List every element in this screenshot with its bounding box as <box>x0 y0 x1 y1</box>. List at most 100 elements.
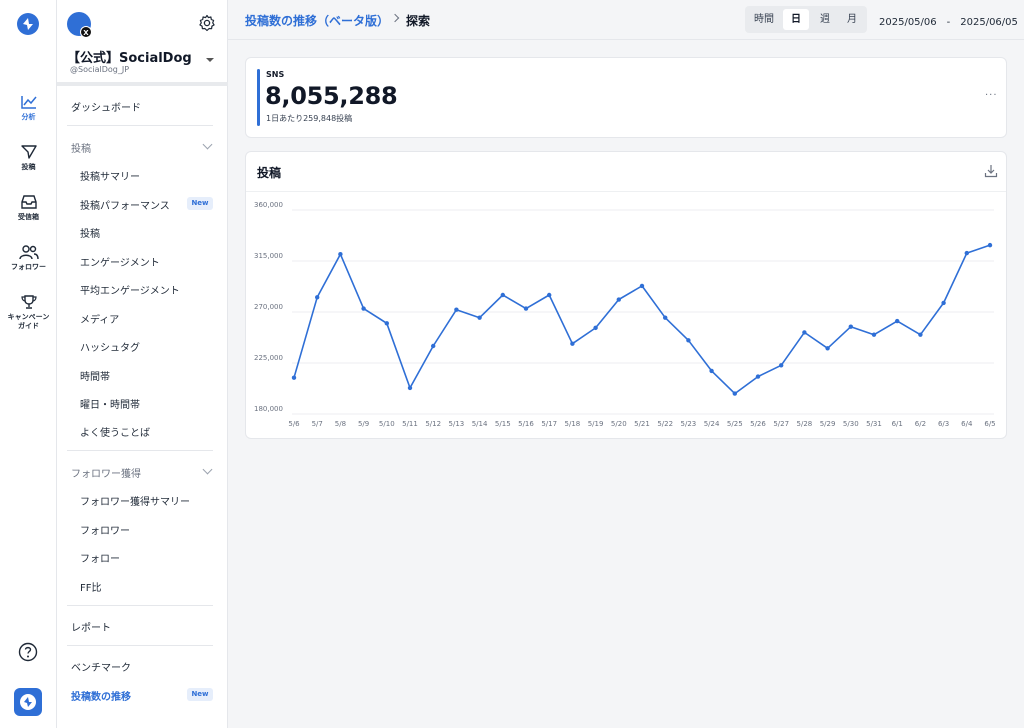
divider <box>67 645 213 646</box>
data-point <box>454 307 459 312</box>
data-point <box>918 332 923 337</box>
rail-item-inbox[interactable]: 受信箱 <box>0 194 57 222</box>
x-tick-label: 6/5 <box>984 420 995 428</box>
x-tick-label: 5/7 <box>312 420 323 428</box>
page-header: 投稿数の推移（ベータ版） 探索 時間 日 週 月 2025/05/06 - 20… <box>228 0 1024 40</box>
data-point <box>547 292 552 298</box>
more-options-button[interactable]: ··· <box>985 90 998 101</box>
posts-line-chart: 360,000 315,000 270,000 225,000 180,000 5/6 5/… <box>254 201 996 428</box>
x-tick-label: 5/30 <box>843 420 859 428</box>
download-icon[interactable] <box>984 164 998 178</box>
socialdog-logo-icon <box>20 694 36 710</box>
data-point <box>338 252 343 257</box>
x-tick-label: 5/18 <box>565 420 581 428</box>
x-tick-label: 5/16 <box>518 420 534 428</box>
chevron-down-icon[interactable] <box>202 464 213 475</box>
x-tick-label: 6/3 <box>938 420 949 428</box>
granularity-toggle: 時間 日 週 月 <box>745 6 867 33</box>
x-tick-label: 5/13 <box>449 420 465 428</box>
x-tick-label: 5/20 <box>611 420 627 428</box>
granularity-day-button[interactable]: 日 <box>783 9 809 30</box>
sidebar-item-time-of-day[interactable]: 時間帯 <box>80 368 110 383</box>
x-tick-label: 5/27 <box>773 420 789 428</box>
help-icon[interactable] <box>18 642 38 662</box>
sidebar: X 【公式】SocialDog @SocialDog_JP ダッシュボード 投稿… <box>57 0 228 728</box>
app-logo-button[interactable] <box>14 688 42 716</box>
x-tick-label: 5/8 <box>335 420 346 428</box>
x-tick-label: 5/10 <box>379 420 395 428</box>
sidebar-item-weekday-time[interactable]: 曜日・時間帯 <box>80 396 140 411</box>
sidebar-item-posts[interactable]: 投稿 <box>80 225 100 240</box>
divider <box>67 125 213 126</box>
breadcrumb-parent[interactable]: 投稿数の推移（ベータ版） <box>245 12 389 29</box>
followers-icon <box>18 245 39 260</box>
x-tick-label: 5/22 <box>657 420 673 428</box>
account-divider <box>57 82 228 86</box>
rail-item-posts[interactable]: 投稿 <box>0 144 57 172</box>
sidebar-item-followers[interactable]: フォロワー <box>80 522 130 537</box>
x-tick-label: 5/31 <box>866 420 882 428</box>
y-tick-label: 225,000 <box>254 354 283 362</box>
rail-label: 分析 <box>21 113 36 121</box>
y-tick-label: 360,000 <box>254 201 283 209</box>
sidebar-item-post-trend[interactable]: 投稿数の推移 <box>71 688 131 703</box>
sidebar-item-hashtags[interactable]: ハッシュタグ <box>80 339 140 354</box>
breadcrumb-current: 探索 <box>406 14 431 28</box>
y-tick-label: 180,000 <box>254 405 283 413</box>
x-tick-label: 5/25 <box>727 420 743 428</box>
chevron-right-icon <box>390 13 400 23</box>
account-switch-chevron-down-icon[interactable] <box>206 58 214 62</box>
sidebar-item-benchmark[interactable]: ベンチマーク <box>71 659 131 674</box>
stat-label: SNS <box>266 70 285 79</box>
x-tick-label: 5/9 <box>358 420 369 428</box>
sidebar-item-frequent-words[interactable]: よく使うことば <box>80 424 150 439</box>
granularity-week-button[interactable]: 週 <box>812 9 838 30</box>
sidebar-item-post-summary[interactable]: 投稿サマリー <box>80 168 140 183</box>
data-point <box>315 295 320 300</box>
data-point <box>593 325 598 331</box>
data-point <box>755 374 761 379</box>
x-tick-label: 6/4 <box>961 420 973 428</box>
chevron-down-icon[interactable] <box>202 139 213 150</box>
rail-label: キャンペーン <box>7 313 50 321</box>
sidebar-group-posts[interactable]: 投稿 <box>71 140 91 155</box>
rail-item-campaign-guide[interactable]: キャンペーン ガイド <box>0 294 57 331</box>
x-tick-label: 5/11 <box>402 420 418 428</box>
granularity-hour-button[interactable]: 時間 <box>748 9 780 30</box>
data-point <box>964 250 969 256</box>
analytics-icon <box>20 96 37 109</box>
x-tick-label: 5/19 <box>588 420 604 428</box>
data-point <box>895 318 900 324</box>
sns-total-card: SNS 8,055,288 1日あたり259,848投稿 ··· <box>245 57 1007 138</box>
x-tick-label: 6/1 <box>892 420 903 428</box>
gear-icon[interactable] <box>198 14 216 32</box>
x-tick-label: 5/28 <box>797 420 813 428</box>
data-point <box>361 306 366 311</box>
sidebar-item-post-performance[interactable]: 投稿パフォーマンス <box>80 197 170 212</box>
inbox-icon <box>20 195 37 209</box>
sidebar-item-report[interactable]: レポート <box>71 619 111 634</box>
rail-item-followers[interactable]: フォロワー <box>0 244 57 272</box>
sidebar-item-engagement[interactable]: エンゲージメント <box>80 254 160 269</box>
rail-label: 投稿 <box>21 163 36 171</box>
new-badge: New <box>187 688 213 701</box>
icon-rail: 分析 投稿 受信箱 フォロワー キャンペーン ガイド <box>0 0 57 728</box>
sidebar-item-avg-engagement[interactable]: 平均エンゲージメント <box>80 282 180 297</box>
sidebar-group-follower-growth[interactable]: フォロワー獲得 <box>71 465 141 480</box>
sidebar-item-dashboard[interactable]: ダッシュボード <box>71 99 141 114</box>
sidebar-item-follower-summary[interactable]: フォロワー獲得サマリー <box>80 493 190 508</box>
stat-value: 8,055,288 <box>265 82 398 110</box>
data-point <box>477 315 482 320</box>
sidebar-item-ff-ratio[interactable]: FF比 <box>80 579 102 594</box>
date-range-picker[interactable]: 2025/05/06 - 2025/06/05 <box>879 13 1018 28</box>
sidebar-item-following[interactable]: フォロー <box>80 550 120 565</box>
rail-item-analytics[interactable]: 分析 <box>0 94 57 122</box>
socialdog-logo-icon[interactable] <box>16 12 40 36</box>
granularity-month-button[interactable]: 月 <box>840 9 864 30</box>
chart-title: 投稿 <box>257 166 282 180</box>
account-handle: @SocialDog_JP <box>70 65 130 74</box>
sidebar-item-media[interactable]: メディア <box>80 311 119 326</box>
divider <box>67 605 213 606</box>
posts-chart-card: 投稿 360,000 315,000 270,000 225,000 180,000 5/… <box>245 151 1007 439</box>
x-tick-label: 5/17 <box>541 420 557 428</box>
